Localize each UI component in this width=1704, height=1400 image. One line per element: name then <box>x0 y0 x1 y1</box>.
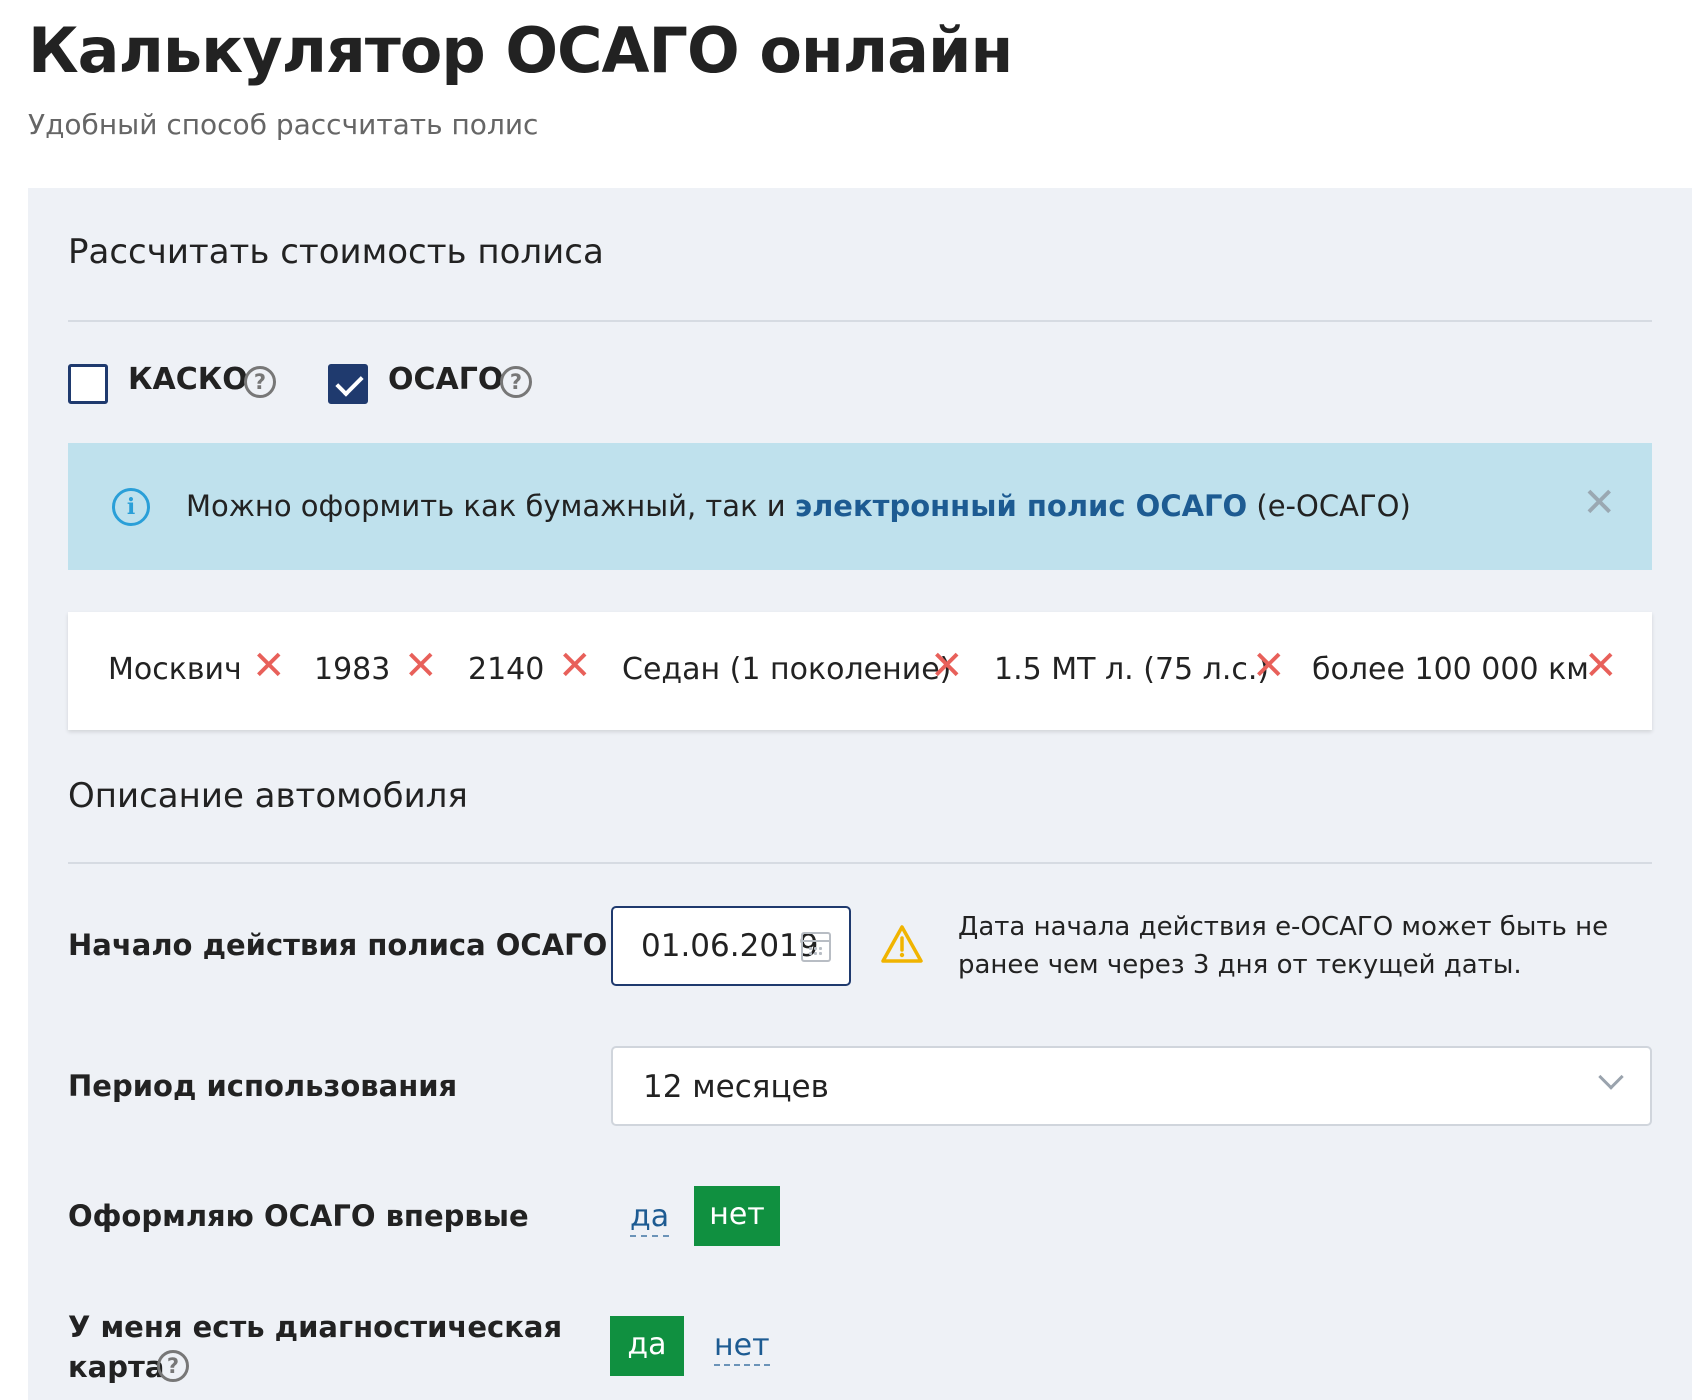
kasko-checkbox[interactable] <box>68 364 108 404</box>
car-section-title: Описание автомобиля <box>68 776 468 816</box>
first-time-yes-option[interactable]: да <box>630 1199 670 1237</box>
banner-text-after: (е-ОСАГО) <box>1247 489 1411 523</box>
osago-checkbox[interactable] <box>328 364 368 404</box>
diag-card-help-icon[interactable]: ? <box>157 1350 189 1382</box>
calendar-icon[interactable] <box>801 932 831 962</box>
chevron-down-icon <box>1598 1064 1624 1090</box>
chip-mileage: более 100 000 км <box>1312 652 1589 687</box>
section-divider <box>68 862 1652 864</box>
vehicle-chips: Москвич ✕ 1983 ✕ 2140 ✕ Седан (1 поколен… <box>68 612 1652 730</box>
kasko-label[interactable]: КАСКО <box>128 362 248 397</box>
chip-remove-icon[interactable]: ✕ <box>558 646 592 686</box>
chip-remove-icon[interactable]: ✕ <box>930 646 964 686</box>
first-time-no-option[interactable]: нет <box>694 1186 780 1246</box>
chip-make: Москвич <box>108 652 242 687</box>
banner-text: Можно оформить как бумажный, так и элект… <box>186 489 1411 523</box>
chip-year: 1983 <box>314 652 391 687</box>
diag-card-no-option[interactable]: нет <box>714 1328 770 1366</box>
start-date-label: Начало действия полиса ОСАГО <box>68 928 608 962</box>
page-title: Калькулятор ОСАГО онлайн <box>28 14 1013 87</box>
diag-card-label-line1: У меня есть диагностическая <box>68 1310 563 1344</box>
period-label: Период использования <box>68 1069 458 1103</box>
osago-help-icon[interactable]: ? <box>500 366 532 398</box>
kasko-help-icon[interactable]: ? <box>244 366 276 398</box>
info-circle-icon: i <box>112 488 150 526</box>
chip-remove-icon[interactable]: ✕ <box>404 646 438 686</box>
chip-remove-icon[interactable]: ✕ <box>1584 646 1618 686</box>
diag-card-label-line2: карта <box>68 1350 165 1384</box>
first-time-label: Оформляю ОСАГО впервые <box>68 1199 529 1233</box>
section-divider <box>68 320 1652 322</box>
info-banner: i Можно оформить как бумажный, так и эле… <box>68 443 1652 570</box>
diag-card-yes-option[interactable]: да <box>610 1316 684 1376</box>
calc-section-title: Рассчитать стоимость полиса <box>68 232 604 272</box>
warning-triangle-icon <box>881 925 923 963</box>
period-select[interactable]: 12 месяцев <box>611 1046 1652 1126</box>
banner-close-icon[interactable]: ✕ <box>1582 483 1616 523</box>
chip-remove-icon[interactable]: ✕ <box>1252 646 1286 686</box>
page-subtitle: Удобный способ рассчитать полис <box>28 108 539 141</box>
chip-remove-icon[interactable]: ✕ <box>252 646 286 686</box>
start-date-warning: Дата начала действия е-ОСАГО может быть … <box>958 912 1609 980</box>
e-osago-link[interactable]: электронный полис ОСАГО <box>795 489 1247 523</box>
banner-text-before: Можно оформить как бумажный, так и <box>186 489 795 523</box>
chip-model: 2140 <box>468 652 545 687</box>
start-date-input[interactable]: 01.06.2019 <box>611 906 851 986</box>
period-value: 12 месяцев <box>643 1069 829 1105</box>
chip-engine: 1.5 MT л. (75 л.с.) <box>994 652 1270 687</box>
osago-label[interactable]: ОСАГО <box>388 362 503 397</box>
chip-body: Седан (1 поколение) <box>622 652 952 687</box>
start-date-value: 01.06.2019 <box>641 928 819 964</box>
